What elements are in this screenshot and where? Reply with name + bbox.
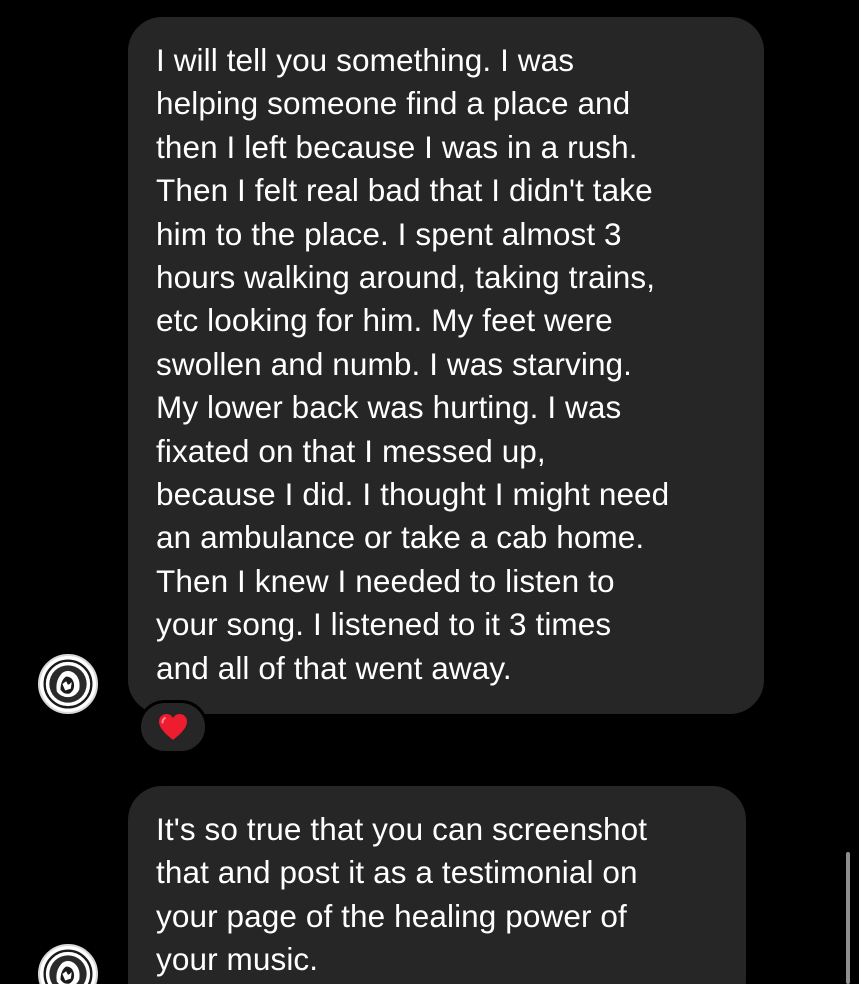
- message-text-line: him to the place. I spent almost 3: [156, 215, 622, 252]
- message-text-line: etc looking for him. My feet were: [156, 302, 613, 339]
- message-text-line: I will tell you something. I was: [156, 42, 575, 78]
- reaction-badge[interactable]: [138, 700, 208, 754]
- scrollbar[interactable]: [846, 852, 850, 984]
- sender-avatar[interactable]: [38, 944, 98, 984]
- message-text-line: that and post it as a testimonial on: [156, 854, 638, 891]
- message-text-line: and all of that went away.: [156, 649, 512, 686]
- message-text-line: because I did. I thought I might need: [156, 476, 670, 513]
- message-text-line: your music.: [156, 941, 319, 978]
- message-text-line: hours walking around, taking trains,: [156, 259, 656, 296]
- message-text-line: then I left because I was in a rush.: [156, 128, 638, 165]
- message-text-line: an ambulance or take a cab home.: [156, 519, 645, 556]
- sender-avatar[interactable]: [38, 654, 98, 714]
- message-bubble[interactable]: I will tell you something. I was helping…: [128, 17, 764, 714]
- message-text-line: Then I knew I needed to listen to: [156, 562, 615, 599]
- message-thread: I will tell you something. I was helping…: [0, 0, 859, 984]
- message-text-line: Then I felt real bad that I didn't take: [156, 172, 653, 209]
- message-text-line: It's so true that you can screenshot: [156, 811, 648, 847]
- heart-icon: [159, 714, 187, 740]
- message-text-line: your page of the healing power of: [156, 897, 627, 934]
- lion-emblem-icon: [41, 947, 95, 984]
- message-text-line: helping someone find a place and: [156, 85, 631, 122]
- message-bubble[interactable]: It's so true that you can screenshot tha…: [128, 786, 746, 984]
- message-text-line: My lower back was hurting. I was: [156, 389, 622, 426]
- message-text-line: fixated on that I messed up,: [156, 432, 546, 469]
- message-text-line: swollen and numb. I was starving.: [156, 345, 633, 382]
- lion-emblem-icon: [41, 657, 95, 711]
- message-text-line: your song. I listened to it 3 times: [156, 606, 612, 643]
